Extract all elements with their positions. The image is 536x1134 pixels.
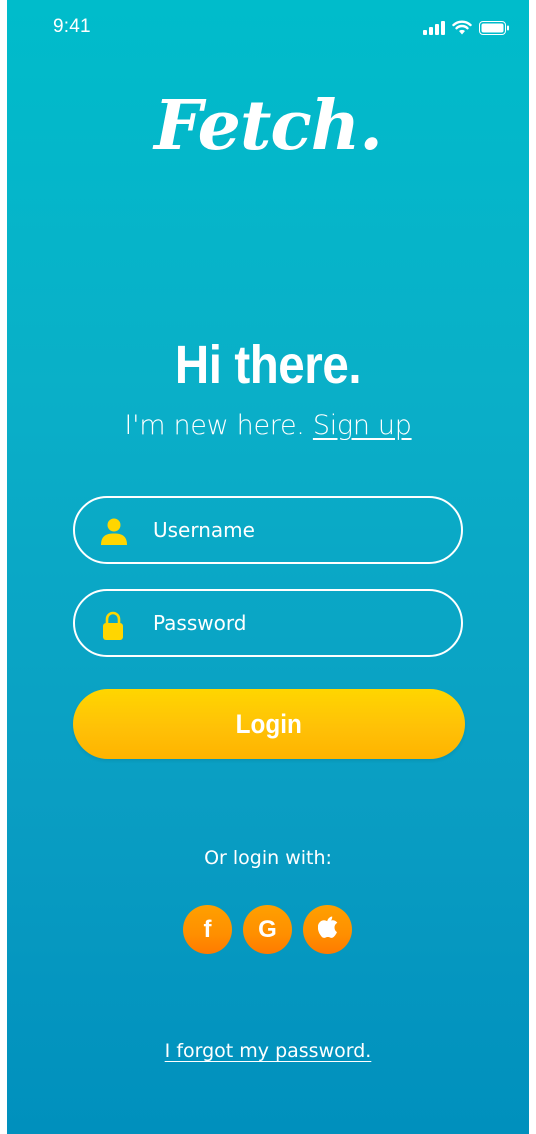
apple-icon <box>317 916 338 943</box>
username-field[interactable] <box>73 496 463 564</box>
greeting-title: Hi there. <box>174 335 362 395</box>
password-input[interactable] <box>153 591 443 654</box>
status-icons <box>423 20 509 40</box>
password-field[interactable] <box>73 589 463 657</box>
facebook-login-button[interactable]: f <box>183 905 232 954</box>
forgot-password-link[interactable]: I forgot my password. <box>7 1040 529 1062</box>
login-button-label: Login <box>235 709 303 739</box>
google-login-button[interactable]: G <box>243 905 292 954</box>
app-logo: Fetch. <box>154 86 383 166</box>
status-time: 9:41 <box>53 16 91 37</box>
battery-icon <box>479 20 509 40</box>
signup-link[interactable]: Sign up <box>313 410 412 441</box>
signal-icon <box>423 20 445 40</box>
signup-line: I'm new here. Sign up <box>7 410 529 441</box>
facebook-icon: f <box>203 915 212 943</box>
apple-login-button[interactable] <box>303 905 352 954</box>
google-icon: G <box>258 915 277 943</box>
login-button[interactable]: Login <box>73 689 465 759</box>
social-login-prompt: Or login with: <box>204 847 332 869</box>
login-screen: 9:41 Fetch. Hi there. I'm new here. Sign… <box>7 0 529 1134</box>
wifi-icon <box>452 20 472 40</box>
social-login-buttons: f G <box>183 905 352 954</box>
new-here-text: I'm new here. <box>124 410 305 441</box>
username-input[interactable] <box>153 498 443 561</box>
lock-icon <box>101 611 127 640</box>
user-icon <box>101 518 127 545</box>
